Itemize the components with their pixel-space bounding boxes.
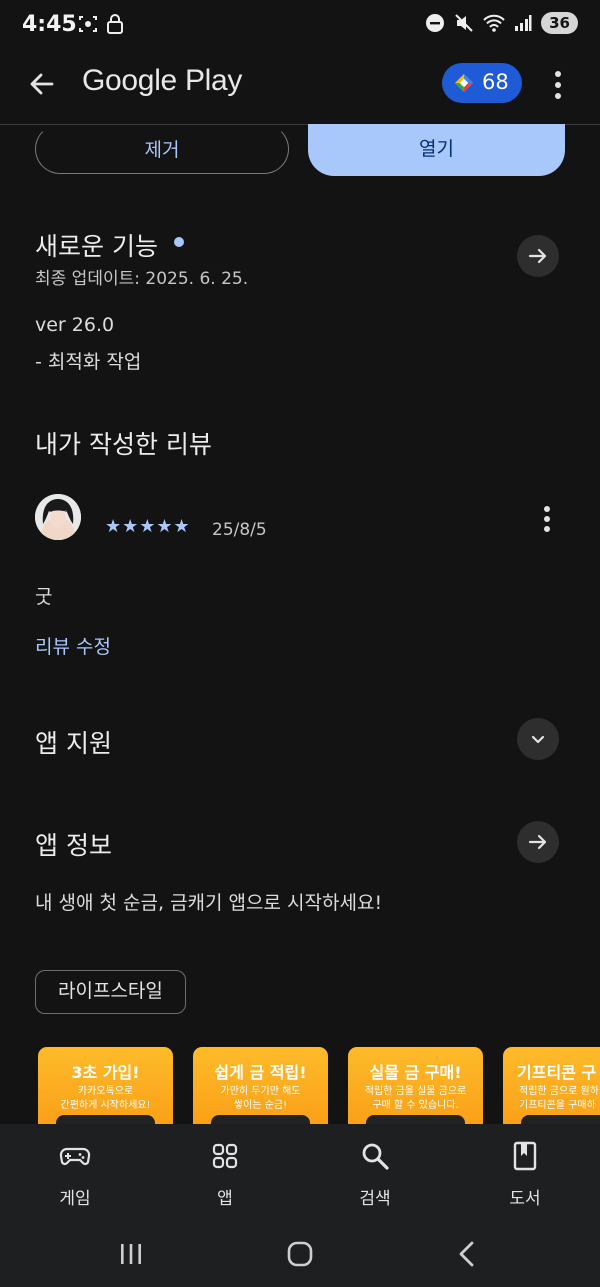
user-photo-icon: [35, 494, 81, 540]
app-info-title: 앱 정보: [35, 831, 112, 860]
screenshot-card[interactable]: 실물 금 구매! 적립한 금을 실물 금으로구매 할 수 있습니다.: [348, 1047, 483, 1125]
battery-level: 36: [541, 12, 578, 34]
avatar: [35, 494, 81, 540]
nav-label: 도서: [509, 1189, 541, 1209]
play-points-button[interactable]: 68: [442, 63, 522, 103]
wifi-icon: [483, 14, 505, 32]
nav-item-apps[interactable]: 앱: [150, 1124, 300, 1220]
app-info-arrow-button[interactable]: [517, 821, 559, 863]
arrow-right-icon: [528, 834, 547, 850]
review-date: 25/8/5: [212, 520, 267, 540]
signal-icon: [515, 15, 532, 31]
more-vert-icon[interactable]: [548, 68, 568, 102]
rating-stars: ★★★★★: [105, 516, 191, 537]
app-title: Google Play: [82, 64, 243, 97]
screenshot-icon: [79, 16, 97, 32]
back-arrow-icon[interactable]: [24, 66, 60, 102]
nav-item-books[interactable]: 도서: [450, 1124, 600, 1220]
app-description: 내 생애 첫 순금, 금캐기 앱으로 시작하세요!: [35, 892, 383, 914]
open-button[interactable]: 열기: [308, 124, 565, 176]
nav-item-search[interactable]: 검색: [300, 1124, 450, 1220]
status-bar: 4:45 36: [0, 0, 600, 52]
apps-grid-icon: [212, 1143, 238, 1169]
edit-review-link[interactable]: 리뷰 수정: [35, 632, 111, 659]
update-note: - 최적화 작업: [35, 351, 142, 373]
remove-button-label: 제거: [144, 139, 180, 161]
nav-item-games[interactable]: 게임: [0, 1124, 150, 1220]
screenshot-desc: 간편하게 시작하세요!: [60, 1100, 151, 1111]
app-bar: Google Play 68: [0, 52, 600, 125]
screenshot-carousel[interactable]: 3초 가입! 카카오톡으로간편하게 시작하세요! 쉽게 금 적립! 가만히 두기…: [0, 1047, 600, 1125]
back-nav-icon[interactable]: [456, 1241, 478, 1267]
screenshot-title: 실물 금 구매!: [369, 1063, 462, 1082]
screenshot-title: 쉽게 금 적립!: [214, 1063, 307, 1082]
lock-icon: [107, 14, 123, 34]
review-more-icon[interactable]: [537, 504, 557, 534]
search-icon: [362, 1143, 389, 1170]
remove-button[interactable]: 제거: [35, 124, 289, 174]
screenshot-desc: 가만히 두기만 해도: [220, 1086, 301, 1097]
home-icon[interactable]: [286, 1241, 314, 1267]
system-nav-bar: [0, 1220, 600, 1287]
recents-icon[interactable]: [118, 1242, 144, 1266]
screenshot-title: 3초 가입!: [71, 1063, 140, 1082]
last-updated: 최종 업데이트: 2025. 6. 25.: [35, 269, 249, 289]
screenshot-desc: 적립한 금을 실물 금으로: [364, 1086, 467, 1097]
version-text: ver 26.0: [35, 314, 115, 336]
whats-new-arrow-button[interactable]: [517, 235, 559, 277]
points-value: 68: [482, 70, 509, 94]
screenshot-desc: 적립한 금으로 원하: [519, 1086, 599, 1097]
chevron-down-icon: [531, 735, 545, 744]
whats-new-title: 새로운 기능: [35, 232, 158, 261]
screenshot-card[interactable]: 기프티콘 구 적립한 금으로 원하기프티콘을 구매하: [503, 1047, 600, 1125]
screenshot-desc: 기프티콘을 구매하: [519, 1100, 596, 1111]
new-indicator-dot: [174, 237, 184, 247]
arrow-right-icon: [528, 248, 547, 264]
bottom-nav: 게임 앱 검색 도서: [0, 1124, 600, 1220]
category-chip[interactable]: 라이프스타일: [35, 970, 186, 1014]
dnd-icon: [426, 14, 445, 32]
review-text: 굿: [35, 586, 53, 608]
book-icon: [513, 1141, 537, 1171]
nav-label: 검색: [359, 1189, 391, 1209]
mute-icon: [455, 14, 473, 32]
screenshot-title: 기프티콘 구: [517, 1063, 597, 1082]
nav-label: 게임: [59, 1189, 91, 1209]
gamepad-icon: [59, 1147, 91, 1166]
my-review-title: 내가 작성한 리뷰: [35, 430, 212, 459]
nav-label: 앱: [217, 1189, 233, 1209]
screenshot-desc: 카카오톡으로: [77, 1086, 134, 1097]
screenshot-card[interactable]: 쉽게 금 적립! 가만히 두기만 해도쌓이는 순금!: [193, 1047, 328, 1125]
app-support-expand-button[interactable]: [517, 718, 559, 760]
open-button-label: 열기: [419, 138, 454, 160]
screenshot-card[interactable]: 3초 가입! 카카오톡으로간편하게 시작하세요!: [38, 1047, 173, 1125]
screenshot-desc: 구매 할 수 있습니다.: [372, 1100, 459, 1111]
screenshot-desc: 쌓이는 순금!: [233, 1100, 288, 1111]
status-time: 4:45: [22, 12, 77, 37]
play-points-icon: [455, 74, 473, 92]
app-support-title: 앱 지원: [35, 729, 112, 758]
